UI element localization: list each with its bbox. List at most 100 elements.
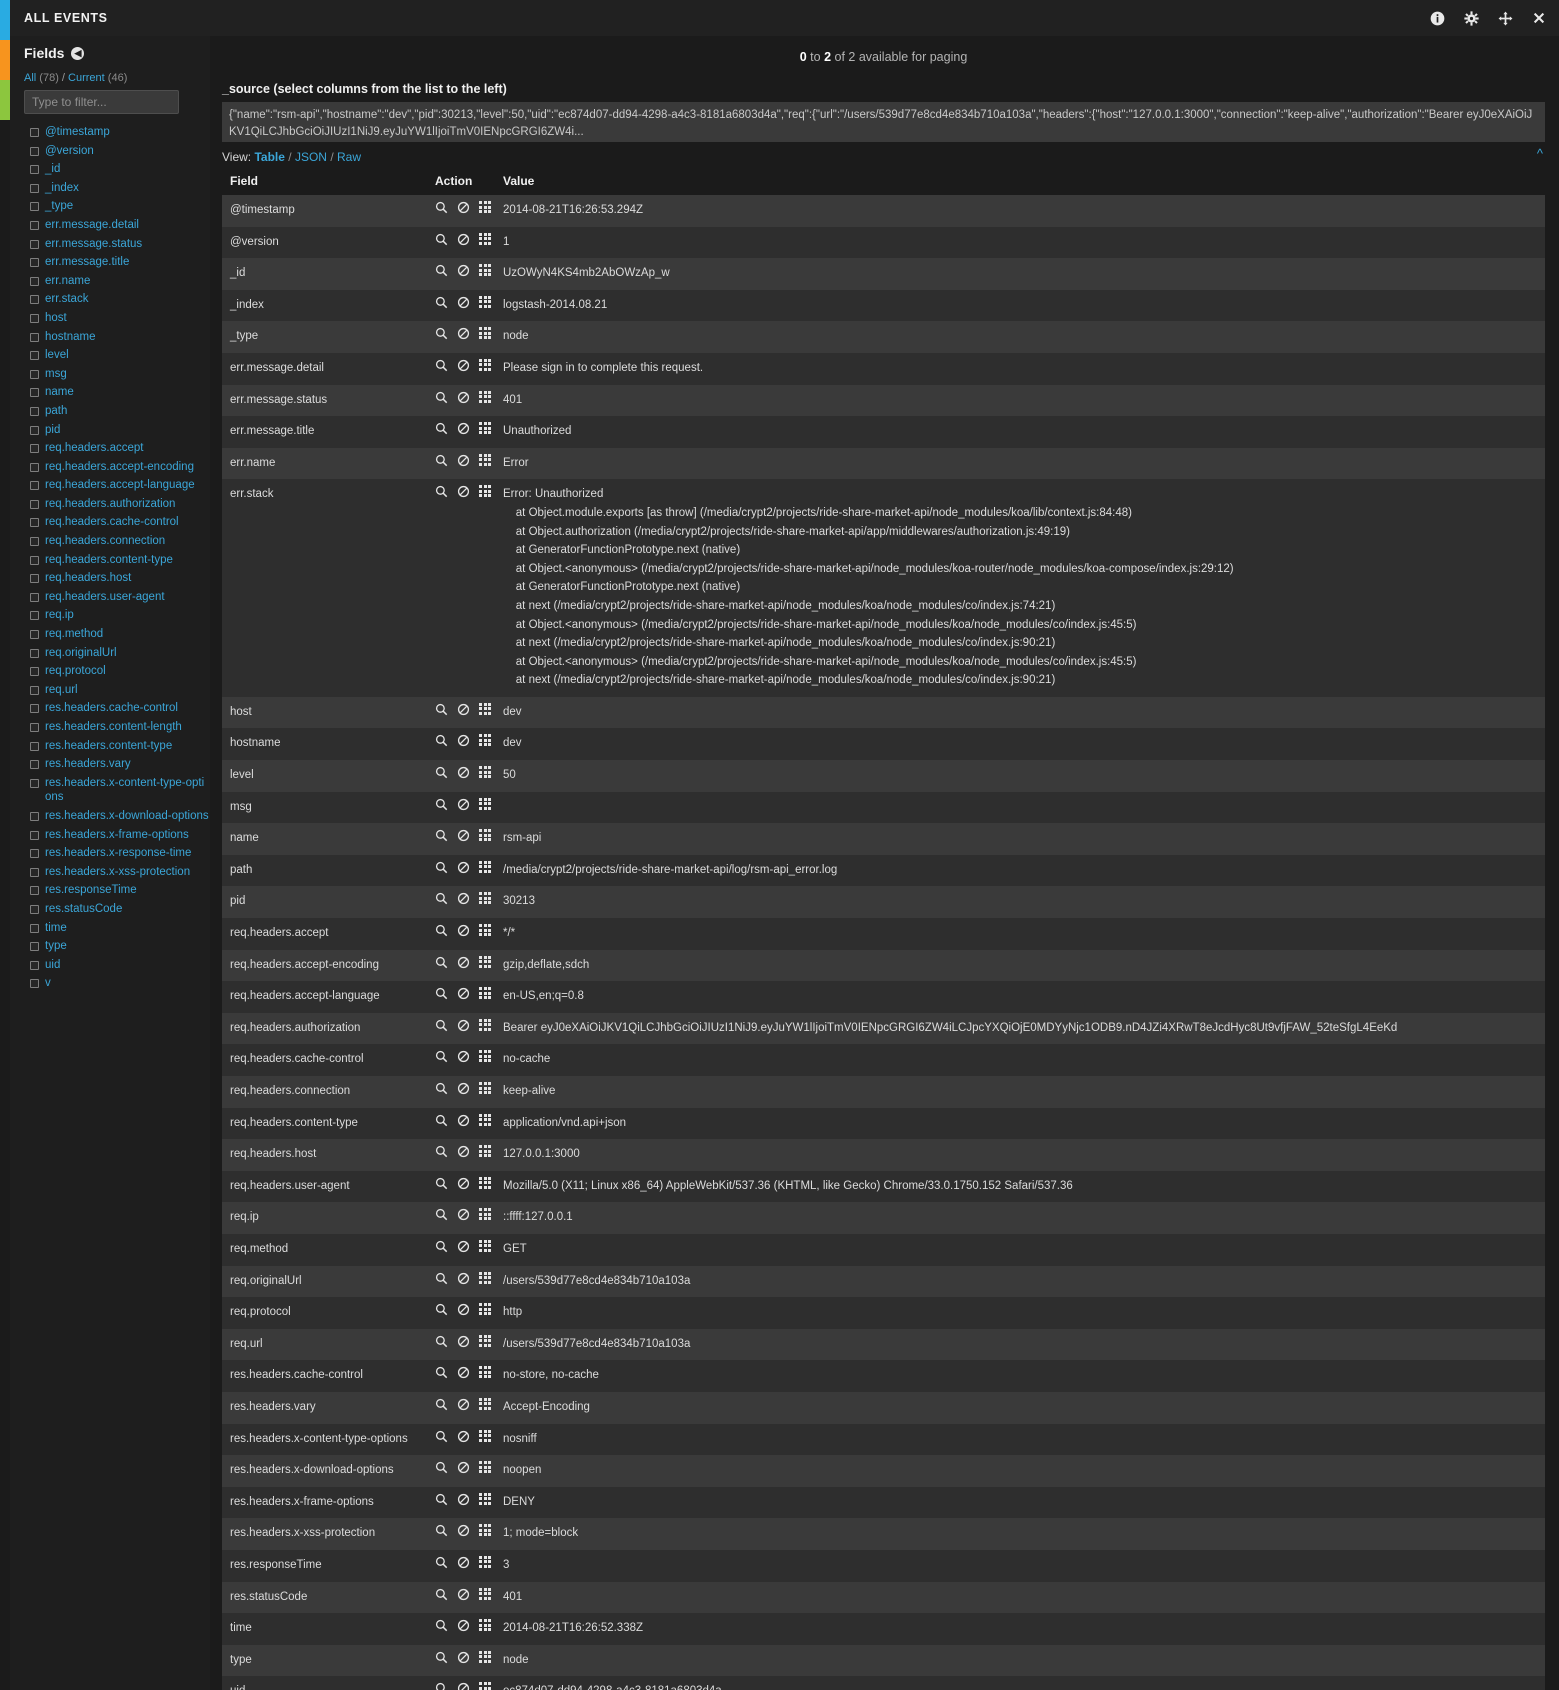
field-checkbox[interactable] <box>30 499 39 509</box>
toggle-column-icon[interactable] <box>479 327 491 340</box>
field-checkbox[interactable] <box>30 388 39 398</box>
filter-out-value-icon[interactable] <box>457 264 470 277</box>
toggle-column-icon[interactable] <box>479 987 491 1000</box>
field-checkbox[interactable] <box>30 332 39 342</box>
filter-out-value-icon[interactable] <box>457 1398 470 1411</box>
field-list-item[interactable]: hostname <box>24 328 210 347</box>
filter-for-value-icon[interactable] <box>435 201 448 214</box>
field-checkbox[interactable] <box>30 741 39 751</box>
field-list-item[interactable]: msg <box>24 365 210 384</box>
filter-out-value-icon[interactable] <box>457 1461 470 1474</box>
field-list-item[interactable]: time <box>24 919 210 938</box>
field-checkbox[interactable] <box>30 886 39 896</box>
field-checkbox[interactable] <box>30 425 39 435</box>
toggle-column-icon[interactable] <box>479 453 491 467</box>
toggle-column-icon[interactable] <box>479 390 491 404</box>
filter-for-value-icon[interactable] <box>435 1651 448 1664</box>
field-checkbox[interactable] <box>30 704 39 714</box>
toggle-column-icon[interactable] <box>479 1555 491 1569</box>
filter-for-value-icon[interactable] <box>435 422 448 435</box>
field-list-item[interactable]: req.protocol <box>24 662 210 681</box>
gear-icon[interactable] <box>1463 10 1479 26</box>
field-list-item[interactable]: res.headers.x-response-time <box>24 844 210 863</box>
view-option-raw[interactable]: Raw <box>337 150 361 164</box>
field-checkbox[interactable] <box>30 313 39 323</box>
filter-for-value-icon[interactable] <box>435 766 448 779</box>
toggle-column-icon[interactable] <box>479 1303 491 1316</box>
field-checkbox[interactable] <box>30 220 39 230</box>
move-icon[interactable] <box>1497 10 1513 26</box>
filter-out-value-icon[interactable] <box>457 1651 470 1664</box>
toggle-column-icon[interactable] <box>479 1524 491 1537</box>
filter-for-value-icon[interactable] <box>435 987 448 1000</box>
toggle-column-icon[interactable] <box>479 1176 491 1190</box>
filter-out-value-icon[interactable] <box>457 1682 470 1690</box>
field-list-item[interactable]: res.statusCode <box>24 900 210 919</box>
toggle-column-icon[interactable] <box>479 797 491 811</box>
toggle-column-icon[interactable] <box>479 860 491 874</box>
field-checkbox[interactable] <box>30 462 39 472</box>
field-list-item[interactable]: level <box>24 346 210 365</box>
field-checkbox[interactable] <box>30 574 39 584</box>
filter-out-value-icon[interactable] <box>457 233 470 246</box>
filter-for-value-icon[interactable] <box>435 861 448 874</box>
field-list-item[interactable]: res.headers.content-type <box>24 737 210 756</box>
field-list-item[interactable]: req.ip <box>24 606 210 625</box>
field-checkbox[interactable] <box>30 183 39 193</box>
filter-for-value-icon[interactable] <box>435 233 448 246</box>
filter-for-value-icon[interactable] <box>435 798 448 811</box>
filter-for-value-icon[interactable] <box>435 1240 448 1253</box>
toggle-column-icon[interactable] <box>479 485 491 498</box>
current-fields-link[interactable]: Current <box>68 72 105 84</box>
toggle-column-icon[interactable] <box>479 1018 491 1032</box>
filter-for-value-icon[interactable] <box>435 1461 448 1474</box>
field-list-item[interactable]: req.headers.accept-encoding <box>24 458 210 477</box>
filter-out-value-icon[interactable] <box>457 1335 470 1348</box>
field-list-item[interactable]: req.headers.accept-language <box>24 476 210 495</box>
field-list-item[interactable]: _type <box>24 197 210 216</box>
toggle-column-icon[interactable] <box>479 1334 491 1348</box>
filter-out-value-icon[interactable] <box>457 1272 470 1285</box>
field-checkbox[interactable] <box>30 555 39 565</box>
field-list-item[interactable]: req.headers.accept <box>24 439 210 458</box>
field-list-item[interactable]: res.headers.vary <box>24 755 210 774</box>
field-checkbox[interactable] <box>30 611 39 621</box>
filter-for-value-icon[interactable] <box>435 359 448 372</box>
field-list-item[interactable]: res.responseTime <box>24 881 210 900</box>
toggle-column-icon[interactable] <box>479 892 491 905</box>
filter-out-value-icon[interactable] <box>457 1177 470 1190</box>
filter-out-value-icon[interactable] <box>457 956 470 969</box>
filter-out-value-icon[interactable] <box>457 1619 470 1632</box>
filter-out-value-icon[interactable] <box>457 1208 470 1221</box>
filter-for-value-icon[interactable] <box>435 454 448 467</box>
filter-out-value-icon[interactable] <box>457 734 470 747</box>
field-list-item[interactable]: res.headers.x-frame-options <box>24 826 210 845</box>
field-checkbox[interactable] <box>30 723 39 732</box>
info-icon[interactable] <box>1429 10 1445 26</box>
filter-for-value-icon[interactable] <box>435 391 448 404</box>
field-list-item[interactable]: req.originalUrl <box>24 644 210 663</box>
view-option-json[interactable]: JSON <box>295 150 327 164</box>
toggle-column-icon[interactable] <box>479 1271 491 1285</box>
toggle-column-icon[interactable] <box>479 264 491 277</box>
toggle-column-icon[interactable] <box>479 1397 491 1411</box>
filter-out-value-icon[interactable] <box>457 201 470 214</box>
toggle-column-icon[interactable] <box>479 1682 491 1690</box>
filter-out-value-icon[interactable] <box>457 327 470 340</box>
field-checkbox[interactable] <box>30 849 39 859</box>
filter-for-value-icon[interactable] <box>435 485 448 498</box>
field-list-item[interactable]: req.headers.connection <box>24 532 210 551</box>
field-list-item[interactable]: name <box>24 383 210 402</box>
toggle-column-icon[interactable] <box>479 295 491 309</box>
field-list-item[interactable]: res.headers.x-content-type-options <box>24 774 210 807</box>
toggle-column-icon[interactable] <box>479 766 491 779</box>
filter-for-value-icon[interactable] <box>435 1303 448 1316</box>
field-list-item[interactable]: err.message.status <box>24 235 210 254</box>
toggle-column-icon[interactable] <box>479 829 491 842</box>
field-checkbox[interactable] <box>30 165 39 175</box>
toggle-column-icon[interactable] <box>479 1366 491 1379</box>
field-list-item[interactable]: req.headers.content-type <box>24 551 210 570</box>
filter-for-value-icon[interactable] <box>435 1177 448 1190</box>
field-checkbox[interactable] <box>30 778 39 788</box>
filter-for-value-icon[interactable] <box>435 1145 448 1158</box>
